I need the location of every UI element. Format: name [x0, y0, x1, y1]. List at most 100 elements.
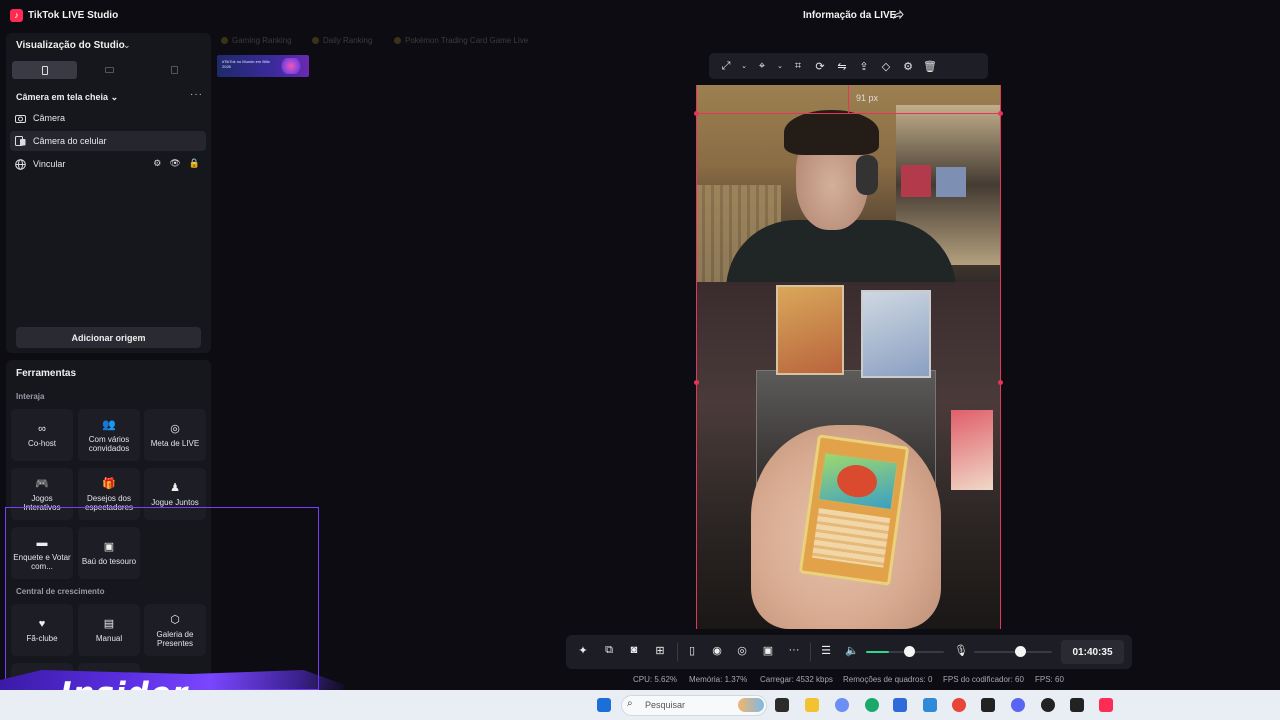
selection-border: [1000, 85, 1001, 629]
mixer-icon[interactable]: ☰: [818, 644, 834, 657]
trophy-icon: [221, 37, 228, 44]
tab-daily-ranking[interactable]: Daily Ranking: [312, 36, 372, 45]
more-icon[interactable]: ···: [190, 89, 203, 100]
memory-status: Memória: 1.37%: [689, 675, 748, 684]
tab-label: Daily Ranking: [323, 36, 373, 45]
share-icon[interactable]: [892, 9, 904, 21]
tool-live-goal[interactable]: ◎ Meta de LIVE: [144, 409, 206, 461]
streamer-hair: [784, 110, 879, 155]
copilot-icon[interactable]: [835, 698, 849, 712]
camera-alert-icon[interactable]: ▣: [760, 644, 776, 657]
live-icon[interactable]: ◎: [734, 644, 750, 657]
tiktok-live-studio-icon[interactable]: [1099, 698, 1113, 712]
tab-gaming-ranking[interactable]: Gaming Ranking: [221, 36, 292, 45]
scene-selector[interactable]: Câmera em tela cheia ⌄: [16, 92, 118, 103]
resize-handle[interactable]: [694, 111, 699, 116]
bring-forward-icon[interactable]: ⇪: [853, 55, 875, 77]
trading-card: [776, 285, 844, 375]
obs-icon[interactable]: [1041, 698, 1055, 712]
guide-distance-label: 91 px: [856, 93, 879, 103]
live-preview[interactable]: [696, 85, 1001, 629]
widget-icon[interactable]: [738, 698, 764, 712]
flip-icon[interactable]: ⇋: [831, 55, 853, 77]
mail-icon[interactable]: [923, 698, 937, 712]
mic-volume-slider[interactable]: [974, 651, 1052, 653]
orientation-switcher: [12, 61, 207, 79]
align-icon[interactable]: ⌖: [751, 55, 773, 77]
resize-handle[interactable]: [998, 111, 1003, 116]
headphones: [856, 155, 878, 195]
speaker-volume-knob[interactable]: [904, 646, 916, 657]
app-title: TikTok LIVE Studio: [28, 10, 119, 21]
alignment-guide: [696, 113, 1001, 114]
source-phone-camera[interactable]: Câmera do celular: [10, 131, 206, 151]
tool-co-host[interactable]: ∞ Co-host: [11, 409, 73, 461]
chevron-down-icon[interactable]: ⌄: [123, 40, 131, 51]
studio-view-title[interactable]: Visualização do Studio: [16, 40, 125, 51]
source-toolbar: ⤢ ⌄ ⌖ ⌄ ⌗ ⟳ ⇋ ⇪ ◇ ⚙ 🗑: [709, 53, 988, 79]
add-source-button[interactable]: Adicionar origem: [16, 327, 201, 348]
live-info-button[interactable]: Informação da LIVE: [803, 10, 896, 21]
source-camera[interactable]: Câmera: [10, 108, 206, 128]
display-box: [901, 165, 931, 197]
windows-start-icon[interactable]: [597, 698, 611, 712]
held-trading-card: [798, 434, 910, 586]
capcut-icon[interactable]: [981, 698, 995, 712]
tab-pokemon-tcg[interactable]: Pokémon Trading Card Game Live: [394, 36, 528, 45]
resize-handle[interactable]: [694, 380, 699, 385]
tool-label: Meta de LIVE: [150, 439, 200, 448]
settings-icon[interactable]: ⚙: [153, 158, 161, 169]
layers-icon[interactable]: ◇: [875, 55, 897, 77]
fps-status: FPS: 60: [1035, 675, 1064, 684]
dropped-frames-status: Remoções de quadros: 0: [843, 675, 933, 684]
live-timer: 01:40:35: [1061, 640, 1124, 664]
crop-icon[interactable]: ⌗: [787, 55, 809, 77]
source-label: Vincular: [33, 159, 66, 169]
tool-multi-guest[interactable]: 👥 Com vários convidados: [78, 409, 140, 461]
search-placeholder: Pesquisar: [645, 700, 686, 710]
fit-icon[interactable]: ⤢: [715, 55, 737, 77]
promo-banner[interactable]: #TikTok no Mundo em Blitz 2026: [217, 55, 309, 77]
more-icon[interactable]: ···: [786, 644, 802, 656]
settings-icon[interactable]: ⚙: [897, 55, 919, 77]
delete-icon[interactable]: 🗑: [919, 55, 941, 77]
lock-icon[interactable]: 🔒: [189, 158, 200, 169]
dual-layout-button[interactable]: [142, 61, 207, 79]
tool-label: Com vários convidados: [88, 434, 130, 453]
trading-card: [951, 410, 993, 490]
resize-handle[interactable]: [998, 380, 1003, 385]
globe-icon: [10, 158, 30, 170]
record-icon[interactable]: ◉: [709, 644, 725, 657]
microphone-icon[interactable]: 🎙: [953, 644, 969, 657]
chevron-down-icon[interactable]: ⌄: [737, 55, 751, 77]
gamepad-icon: 🎮: [35, 477, 49, 490]
capcut-icon[interactable]: [1070, 698, 1084, 712]
target-icon: ◎: [170, 423, 180, 435]
portrait-button[interactable]: [12, 61, 77, 79]
chevron-down-icon[interactable]: ⌄: [773, 55, 787, 77]
cpu-status: CPU: 5.62%: [633, 675, 678, 684]
store-icon[interactable]: [893, 698, 907, 712]
source-link[interactable]: Vincular ⚙ 👁 🔒: [10, 154, 206, 174]
virtual-camera-icon[interactable]: ⧉: [601, 644, 617, 657]
discord-icon[interactable]: [1011, 698, 1025, 712]
phone-icon[interactable]: ▯: [684, 644, 700, 657]
chrome-icon[interactable]: [952, 698, 966, 712]
landscape-button[interactable]: [77, 61, 142, 79]
eye-icon[interactable]: 👁: [169, 158, 180, 169]
divider: [810, 643, 811, 661]
game-icon: [394, 37, 401, 44]
tool-label: Co-host: [27, 439, 56, 448]
screenshot-icon[interactable]: ◙: [626, 644, 642, 656]
edge-icon[interactable]: [865, 698, 879, 712]
live-control-bar: ✦ ⧉ ◙ ⊞ ▯ ◉ ◎ ▣ ··· ☰ 🔈 🎙 01:40:35: [566, 635, 1132, 669]
source-label: Câmera: [33, 113, 66, 123]
task-view-icon[interactable]: [775, 698, 789, 712]
add-scene-icon[interactable]: ⊞: [652, 644, 668, 657]
mic-volume-knob[interactable]: [1015, 646, 1026, 657]
magic-wand-icon[interactable]: ✦: [575, 644, 591, 657]
speaker-icon[interactable]: 🔈: [844, 644, 860, 657]
trophy-icon: [312, 37, 319, 44]
rotate-icon[interactable]: ⟳: [809, 55, 831, 77]
file-explorer-icon[interactable]: [805, 698, 819, 712]
